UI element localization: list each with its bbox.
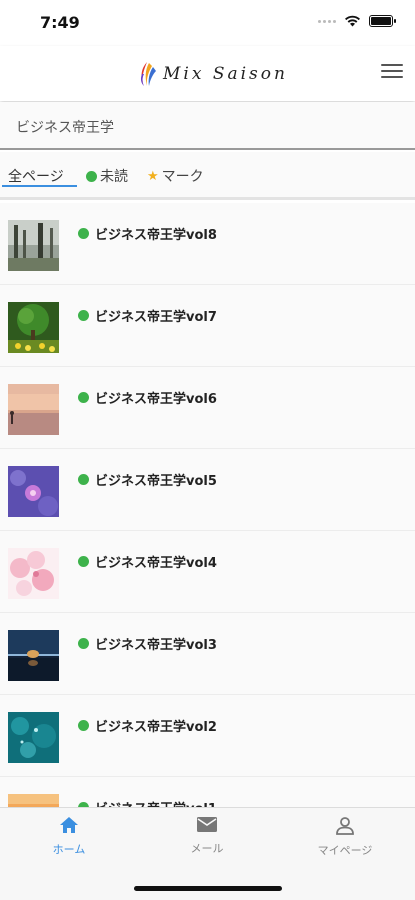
tab-marked[interactable]: ★ マーク — [147, 166, 204, 186]
status-icons — [318, 15, 396, 27]
thumbnail-forest-mist — [8, 220, 59, 271]
status-time: 7:49 — [40, 13, 80, 32]
mail-icon — [197, 817, 217, 832]
tab-all-pages-label: 全ページ — [8, 169, 64, 185]
item-title: ビジネス帝王学vol5 — [78, 470, 217, 489]
tab-home[interactable]: ホーム — [24, 816, 114, 857]
item-title: ビジネス帝王学vol3 — [78, 634, 217, 653]
item-title: ビジネス帝王学vol6 — [78, 388, 217, 407]
wifi-icon — [345, 15, 360, 27]
list-item[interactable]: ビジネス帝王学vol8 — [0, 203, 415, 285]
unread-dot-icon — [78, 638, 89, 649]
person-icon — [336, 817, 354, 835]
unread-dot-icon — [78, 392, 89, 403]
home-indicator — [134, 886, 282, 891]
star-icon: ★ — [147, 168, 159, 184]
list-item[interactable]: ビジネス帝王学vol6 — [0, 367, 415, 449]
item-title-text: ビジネス帝王学vol2 — [95, 720, 217, 735]
tab-unread-label: 未読 — [100, 169, 128, 185]
thumbnail-cherry-blossom — [8, 548, 59, 599]
app-header: Mix Saison — [0, 46, 415, 101]
page-list: ビジネス帝王学vol8 ビジネス帝王学vol7 ビジネス帝王学vol6 ビジネス… — [0, 203, 415, 807]
battery-icon — [369, 15, 396, 27]
tab-unread[interactable]: 未読 — [86, 166, 128, 186]
thumbnail-sunset-lake — [8, 384, 59, 435]
unread-dot-icon — [78, 474, 89, 485]
signal-icon — [318, 19, 336, 23]
item-title-text: ビジネス帝王学vol1 — [95, 798, 217, 807]
list-item[interactable]: ビジネス帝王学vol2 — [0, 695, 415, 777]
active-tab-indicator — [2, 185, 77, 187]
item-title-text: ビジネス帝王学vol3 — [95, 638, 217, 653]
thumbnail-night-reflection — [8, 630, 59, 681]
thumbnail-green-tree-flowers — [8, 302, 59, 353]
tab-home-label: ホーム — [52, 843, 86, 856]
thumbnail-orange-sky — [8, 794, 59, 807]
list-item[interactable]: ビジネス帝王学vol1 — [0, 777, 415, 807]
list-item[interactable]: ビジネス帝王学vol4 — [0, 531, 415, 613]
page-title-bar: ビジネス帝王学 — [0, 102, 415, 150]
tab-all-pages[interactable]: 全ページ — [8, 166, 64, 186]
item-title: ビジネス帝王学vol4 — [78, 552, 217, 571]
item-title-text: ビジネス帝王学vol5 — [95, 474, 217, 489]
tab-marked-label: マーク — [161, 169, 204, 185]
home-icon — [60, 817, 78, 833]
tab-mypage[interactable]: マイページ — [300, 816, 390, 858]
unread-dot-icon — [86, 170, 97, 182]
logo[interactable]: Mix Saison — [137, 60, 288, 88]
tab-mail[interactable]: メール — [162, 816, 252, 856]
page-title: ビジネス帝王学 — [16, 120, 114, 136]
filter-tabs: 全ページ 未読 ★ マーク — [0, 152, 415, 200]
tab-mypage-label: マイページ — [317, 844, 373, 857]
list-item[interactable]: ビジネス帝王学vol5 — [0, 449, 415, 531]
list-item[interactable]: ビジネス帝王学vol3 — [0, 613, 415, 695]
item-title-text: ビジネス帝王学vol7 — [95, 310, 217, 325]
item-title: ビジネス帝王学vol2 — [78, 716, 217, 735]
unread-dot-icon — [78, 228, 89, 239]
unread-dot-icon — [78, 310, 89, 321]
item-title: ビジネス帝王学vol8 — [78, 224, 217, 243]
flame-logo-icon — [140, 62, 156, 86]
list-item[interactable]: ビジネス帝王学vol7 — [0, 285, 415, 367]
unread-dot-icon — [78, 556, 89, 567]
item-title-text: ビジネス帝王学vol6 — [95, 392, 217, 407]
thumbnail-teal-water — [8, 712, 59, 763]
unread-dot-icon — [78, 720, 89, 731]
thumbnail-purple-flower — [8, 466, 59, 517]
battery-level — [371, 17, 391, 25]
logo-text: Mix Saison — [163, 64, 288, 84]
item-title-text: ビジネス帝王学vol4 — [95, 556, 217, 571]
item-title: ビジネス帝王学vol7 — [78, 306, 217, 325]
tab-mail-label: メール — [190, 842, 224, 855]
hamburger-menu-icon[interactable] — [381, 64, 403, 82]
item-title-text: ビジネス帝王学vol8 — [95, 228, 217, 243]
item-title: ビジネス帝王学vol1 — [78, 798, 217, 807]
status-bar: 7:49 — [0, 0, 415, 46]
